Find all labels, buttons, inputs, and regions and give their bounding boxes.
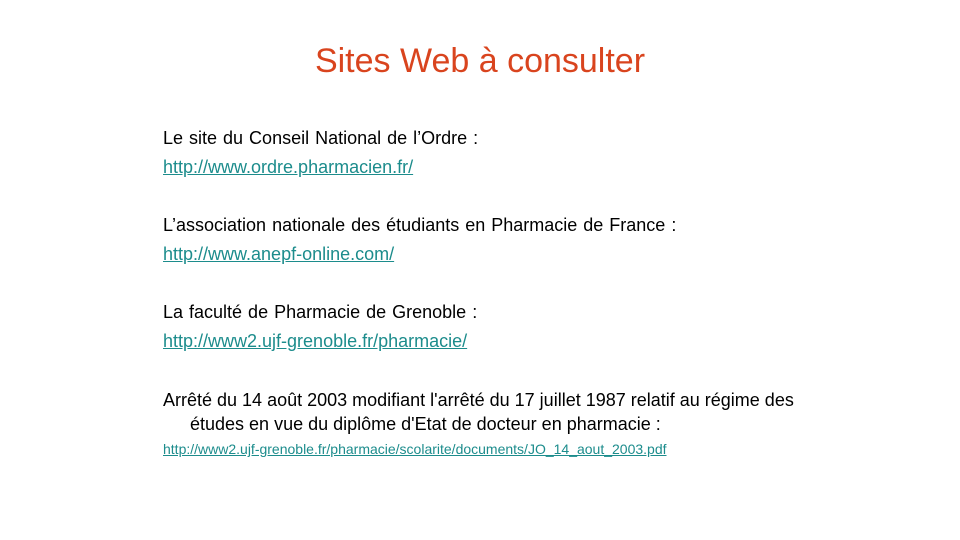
entry-label-anepf: L’association nationale des étudiants en… xyxy=(163,215,677,235)
slide-title: Sites Web à consulter xyxy=(314,42,646,80)
link-anepf[interactable]: http://www.anepf-online.com/ xyxy=(163,240,394,269)
slide-content: Le site du Conseil National de l’Ordre :… xyxy=(163,124,803,460)
entry-label-ordre: Le site du Conseil National de l’Ordre : xyxy=(163,128,479,148)
link-arrete-pdf[interactable]: http://www2.ujf-grenoble.fr/pharmacie/sc… xyxy=(163,438,667,460)
entry-label-faculte-grenoble: La faculté de Pharmacie de Grenoble : xyxy=(163,302,478,322)
entry-label-arrete: Arrêté du 14 août 2003 modifiant l'arrêt… xyxy=(163,390,794,434)
link-ordre-pharmacien[interactable]: http://www.ordre.pharmacien.fr/ xyxy=(163,153,413,182)
slide: Sites Web à consulter Le site du Conseil… xyxy=(0,0,960,540)
link-faculte-grenoble[interactable]: http://www2.ujf-grenoble.fr/pharmacie/ xyxy=(163,327,467,356)
